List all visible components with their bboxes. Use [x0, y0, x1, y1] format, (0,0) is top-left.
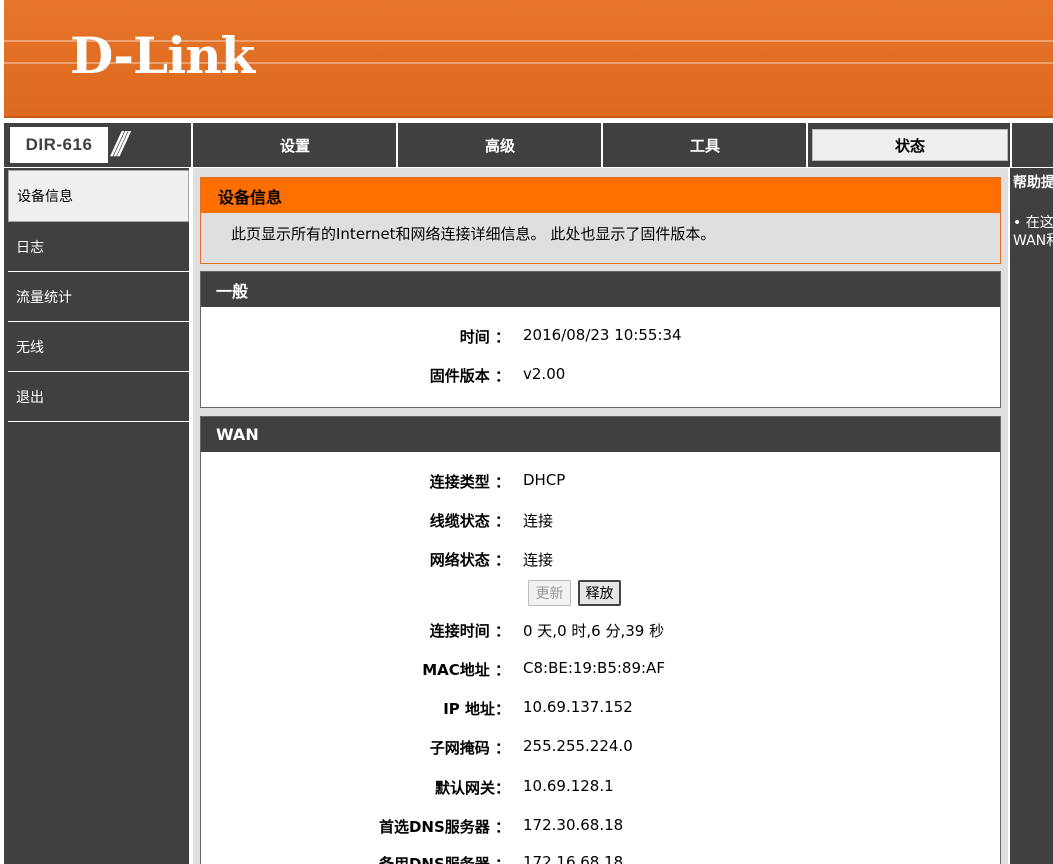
row-value: 172.30.68.18: [523, 816, 624, 834]
sidebar-item-label: 设备信息: [17, 189, 73, 205]
help-line: WAN和: [1013, 233, 1053, 249]
renew-button[interactable]: 更新: [528, 580, 571, 606]
row-label: 网络状态 ：: [429, 551, 510, 569]
help-bullet: • 在这: [1013, 215, 1053, 231]
row-label: 子网掩码 ：: [429, 739, 510, 757]
tab-tools[interactable]: 工具: [601, 123, 807, 167]
help-title: 帮助提: [1013, 175, 1053, 191]
row-value: 0 天,0 时,6 分,39 秒: [523, 622, 665, 640]
tab-spacer: [1010, 123, 1053, 167]
sidebar-item-label: 流量统计: [16, 289, 72, 306]
info-row-gateway: 默认网关： 10.69.128.1: [201, 777, 1000, 801]
left-sidebar: 设备信息 日志 流量统计 无线 退出: [4, 168, 191, 864]
panel-description: 此页显示所有的Internet和网络连接详细信息。 此处也显示了固件版本。: [201, 213, 1000, 263]
model-slashes: ///: [112, 126, 129, 164]
model-badge: DIR-616 ///: [6, 125, 192, 165]
tab-label: 工具: [689, 136, 720, 155]
header-banner: D-Link: [4, 0, 1053, 118]
tab-status[interactable]: 状态: [806, 123, 1012, 167]
tab-label: 高级: [484, 136, 515, 155]
device-info-panel: 设备信息 此页显示所有的Internet和网络连接详细信息。 此处也显示了固件版…: [200, 177, 1001, 264]
release-button[interactable]: 释放: [578, 580, 621, 606]
info-row-firmware: 固件版本 ： v2.00: [201, 365, 1000, 389]
row-label: 备用DNS服务器 ：: [378, 855, 510, 864]
tab-label: 状态: [894, 136, 925, 155]
top-nav: DIR-616 /// 设置 高级 工具 状态: [4, 123, 1053, 167]
sidebar-item-traffic-stats[interactable]: 流量统计: [8, 272, 189, 322]
main-content: 设备信息 此页显示所有的Internet和网络连接详细信息。 此处也显示了固件版…: [193, 168, 1008, 864]
info-row-secondary-dns: 备用DNS服务器 ： 172.16.68.18: [201, 853, 1000, 864]
tab-setup[interactable]: 设置: [191, 123, 397, 167]
info-row-cable-status: 线缆状态 ： 连接: [201, 510, 1000, 534]
info-row-subnet: 子网掩码 ： 255.255.224.0: [201, 737, 1000, 761]
row-value: C8:BE:19:B5:89:AF: [523, 659, 665, 677]
row-value: 连接: [523, 551, 554, 569]
info-row-connection-time: 连接时间 ： 0 天,0 时,6 分,39 秒: [201, 620, 1000, 644]
info-row-connection-type: 连接类型 ： DHCP: [201, 471, 1000, 495]
row-label: 连接类型 ：: [429, 473, 510, 491]
help-text: • 在这 WAN和: [1013, 214, 1053, 250]
row-label: MAC地址 ：: [422, 661, 510, 679]
row-label: 线缆状态 ：: [429, 512, 510, 530]
sidebar-item-log[interactable]: 日志: [8, 222, 189, 272]
panel-title: WAN: [201, 417, 1000, 452]
row-label: IP 地址：: [443, 700, 510, 718]
row-label: 连接时间 ：: [429, 622, 510, 640]
wan-panel: WAN 连接类型 ： DHCP 线缆状态 ： 连接 网络状态 ： 连接 更新 释…: [200, 416, 1001, 864]
sidebar-item-label: 退出: [16, 389, 44, 406]
row-label: 固件版本 ：: [429, 367, 510, 385]
info-row-network-status: 网络状态 ： 连接: [201, 549, 1000, 573]
dlink-logo: D-Link: [70, 26, 255, 85]
tab-advanced[interactable]: 高级: [396, 123, 602, 167]
info-row-ip: IP 地址： 10.69.137.152: [201, 698, 1000, 722]
sidebar-item-wireless[interactable]: 无线: [8, 322, 189, 372]
info-row-primary-dns: 首选DNS服务器 ： 172.30.68.18: [201, 816, 1000, 840]
model-name: DIR-616: [10, 127, 108, 163]
row-value: v2.00: [523, 365, 566, 383]
sidebar-item-label: 日志: [16, 239, 44, 256]
wan-action-buttons: 更新 释放: [201, 580, 1000, 608]
sidebar-item-logout[interactable]: 退出: [8, 372, 189, 422]
panel-title: 设备信息: [201, 178, 1000, 213]
sidebar-item-label: 无线: [16, 339, 44, 356]
row-value: 连接: [523, 512, 554, 530]
row-value: 255.255.224.0: [523, 737, 633, 755]
row-label: 默认网关：: [434, 779, 510, 797]
tab-status-inner: 状态: [812, 129, 1008, 161]
info-row-mac: MAC地址 ： C8:BE:19:B5:89:AF: [201, 659, 1000, 683]
panel-title: 一般: [201, 272, 1000, 307]
row-value: DHCP: [523, 471, 566, 489]
row-value: 2016/08/23 10:55:34: [523, 326, 682, 344]
row-value: 10.69.128.1: [523, 777, 614, 795]
row-label: 时间 ：: [459, 328, 510, 346]
row-value: 172.16.68.18: [523, 853, 624, 864]
sidebar-item-device-info[interactable]: 设备信息: [8, 170, 189, 222]
row-label: 首选DNS服务器 ：: [378, 818, 510, 836]
help-panel: 帮助提 • 在这 WAN和: [1010, 168, 1053, 864]
general-panel: 一般 时间 ： 2016/08/23 10:55:34 固件版本 ： v2.00: [200, 271, 1001, 408]
tab-label: 设置: [279, 136, 310, 155]
row-value: 10.69.137.152: [523, 698, 633, 716]
info-row-time: 时间 ： 2016/08/23 10:55:34: [201, 326, 1000, 350]
